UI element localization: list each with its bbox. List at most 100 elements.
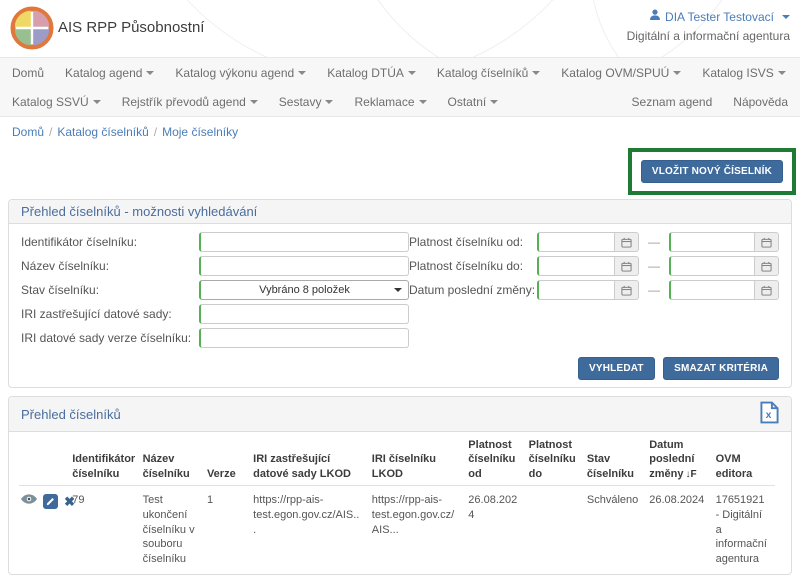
codelists-table: Identifikátor číselníku Název číselníku … xyxy=(19,434,775,574)
iri-version-input[interactable] xyxy=(199,328,409,348)
table-row: ✖ 79 Test ukončení číselníku v souboru č… xyxy=(19,485,775,574)
search-actions: VYHLEDAT SMAZAT KRITÉRIA xyxy=(21,357,779,380)
nav-label: Rejstřík převodů agend xyxy=(122,95,246,109)
nav-item-reklamace[interactable]: Reklamace xyxy=(354,95,426,109)
nav-label: Ostatní xyxy=(448,95,487,109)
chevron-down-icon xyxy=(394,288,402,292)
breadcrumb: Domů / Katalog číselníků / Moje číselníky xyxy=(0,117,800,147)
identifier-label: Identifikátor číselníku: xyxy=(21,235,199,249)
nav-item-katalog-vykonu-agend[interactable]: Katalog výkonu agend xyxy=(175,66,306,80)
range-dash: — xyxy=(648,235,660,249)
chevron-down-icon xyxy=(298,71,306,75)
main-navbar: Domů Katalog agend Katalog výkonu agend … xyxy=(0,57,800,117)
col-version: Verze xyxy=(202,434,248,485)
nav-item-ostatni[interactable]: Ostatní xyxy=(448,95,499,109)
user-menu[interactable]: DIA Tester Testovací xyxy=(627,9,790,24)
cell-valid-from: 26.08.2024 xyxy=(463,485,523,574)
nav-item-domu[interactable]: Domů xyxy=(12,66,44,80)
chevron-down-icon xyxy=(93,100,101,104)
nav-label: Katalog DTÚA xyxy=(327,66,404,80)
nav-row-2: Katalog SSVÚ Rejstřík převodů agend Sest… xyxy=(12,87,788,116)
view-icon[interactable] xyxy=(21,494,37,509)
cell-version: 1 xyxy=(202,485,248,574)
breadcrumb-item-domu[interactable]: Domů xyxy=(12,125,44,139)
nav-item-rejstrik-prevodu-agend[interactable]: Rejstřík převodů agend xyxy=(122,95,258,109)
state-multiselect[interactable]: Vybráno 8 položek xyxy=(199,280,409,300)
breadcrumb-item-katalog-ciselniku[interactable]: Katalog číselníků xyxy=(57,125,148,139)
iri-dataset-input[interactable] xyxy=(199,304,409,324)
search-button[interactable]: VYHLEDAT xyxy=(578,357,655,380)
export-excel-icon[interactable]: x xyxy=(760,401,779,427)
chevron-down-icon xyxy=(782,15,790,19)
nav-item-katalog-ovm-spuu[interactable]: Katalog OVM/SPUÚ xyxy=(561,66,681,80)
validity-to-end-input[interactable] xyxy=(669,256,755,276)
breadcrumb-separator: / xyxy=(154,125,157,139)
cell-last-change: 26.08.2024 xyxy=(644,485,710,574)
search-panel-heading: Přehled číselníků - možnosti vyhledávání xyxy=(9,200,791,224)
insert-new-codelist-button[interactable]: VLOŽIT NOVÝ ČÍSELNÍK xyxy=(641,160,783,183)
cell-valid-to xyxy=(524,485,582,574)
col-state: Stav číselníku xyxy=(582,434,644,485)
calendar-icon[interactable] xyxy=(615,280,639,300)
calendar-icon[interactable] xyxy=(615,256,639,276)
last-change-start-input[interactable] xyxy=(537,280,615,300)
app-title: AIS RPP Působnostní xyxy=(58,19,204,36)
last-change-label: Datum poslední změny: xyxy=(409,283,537,297)
nav-label: Katalog OVM/SPUÚ xyxy=(561,66,669,80)
clear-criteria-button[interactable]: SMAZAT KRITÉRIA xyxy=(663,357,779,380)
nav-label: Sestavy xyxy=(279,95,322,109)
last-change-end-input[interactable] xyxy=(669,280,755,300)
nav-item-katalog-isvs[interactable]: Katalog ISVS xyxy=(702,66,785,80)
nav-group-left: Katalog SSVÚ Rejstřík převodů agend Sest… xyxy=(12,95,498,109)
chevron-down-icon xyxy=(146,71,154,75)
sort-icon: ↓F xyxy=(685,469,696,480)
identifier-input[interactable] xyxy=(199,232,409,252)
col-identifier: Identifikátor číselníku xyxy=(67,434,137,485)
calendar-icon[interactable] xyxy=(755,280,779,300)
col-ovm: OVM editora xyxy=(711,434,775,485)
calendar-icon[interactable] xyxy=(615,232,639,252)
col-last-change[interactable]: Datum poslední změny↓F xyxy=(644,434,710,485)
nav-label: Katalog číselníků xyxy=(437,66,528,80)
calendar-icon[interactable] xyxy=(755,232,779,252)
edit-icon[interactable] xyxy=(43,494,58,509)
breadcrumb-separator: / xyxy=(49,125,52,139)
nav-item-katalog-ssvu[interactable]: Katalog SSVÚ xyxy=(12,95,101,109)
validity-to-start-input[interactable] xyxy=(537,256,615,276)
cell-identifier: 79 xyxy=(67,485,137,574)
cell-iri-dataset: https://rpp-ais-test.egon.gov.cz/AIS... xyxy=(248,485,367,574)
nav-item-sestavy[interactable]: Sestavy xyxy=(279,95,334,109)
results-panel: Přehled číselníků x Identifikátor číseln… xyxy=(8,396,792,575)
nav-group-right: Seznam agend Nápověda xyxy=(632,95,788,109)
nav-item-seznam-agend[interactable]: Seznam agend xyxy=(632,95,713,109)
user-organization: Digitální a informační agentura xyxy=(627,29,790,43)
search-form-right: Platnost číselníku od: — Platnost číseln… xyxy=(409,232,779,352)
results-panel-title: Přehled číselníků xyxy=(21,407,121,422)
breadcrumb-item-moje-ciselniky: Moje číselníky xyxy=(162,125,238,139)
search-panel-title: Přehled číselníků - možnosti vyhledávání xyxy=(21,204,257,219)
nav-label: Katalog výkonu agend xyxy=(175,66,294,80)
validity-from-start-input[interactable] xyxy=(537,232,615,252)
col-name: Název číselníku xyxy=(138,434,202,485)
chevron-down-icon xyxy=(778,71,786,75)
validity-from-end-input[interactable] xyxy=(669,232,755,252)
results-table-container: Identifikátor číselníku Název číselníku … xyxy=(9,432,791,574)
nav-label: Katalog SSVÚ xyxy=(12,95,89,109)
chevron-down-icon xyxy=(419,100,427,104)
range-dash: — xyxy=(648,283,660,297)
app-logo-icon xyxy=(10,6,54,53)
user-icon xyxy=(649,9,661,24)
cell-iri-codelist: https://rpp-ais-test.egon.gov.cz/AIS... xyxy=(367,485,464,574)
calendar-icon[interactable] xyxy=(755,256,779,276)
name-input[interactable] xyxy=(199,256,409,276)
nav-label: Katalog ISVS xyxy=(702,66,773,80)
chevron-down-icon xyxy=(325,100,333,104)
chevron-down-icon xyxy=(673,71,681,75)
app-header: AIS RPP Působnostní DIA Tester Testovací… xyxy=(0,0,800,57)
nav-item-napoveda[interactable]: Nápověda xyxy=(733,95,788,109)
page-toolbar: VLOŽIT NOVÝ ČÍSELNÍK xyxy=(0,147,800,199)
nav-item-katalog-agend[interactable]: Katalog agend xyxy=(65,66,154,80)
nav-item-katalog-ciselniku[interactable]: Katalog číselníků xyxy=(437,66,540,80)
chevron-down-icon xyxy=(490,100,498,104)
nav-item-katalog-dtua[interactable]: Katalog DTÚA xyxy=(327,66,416,80)
